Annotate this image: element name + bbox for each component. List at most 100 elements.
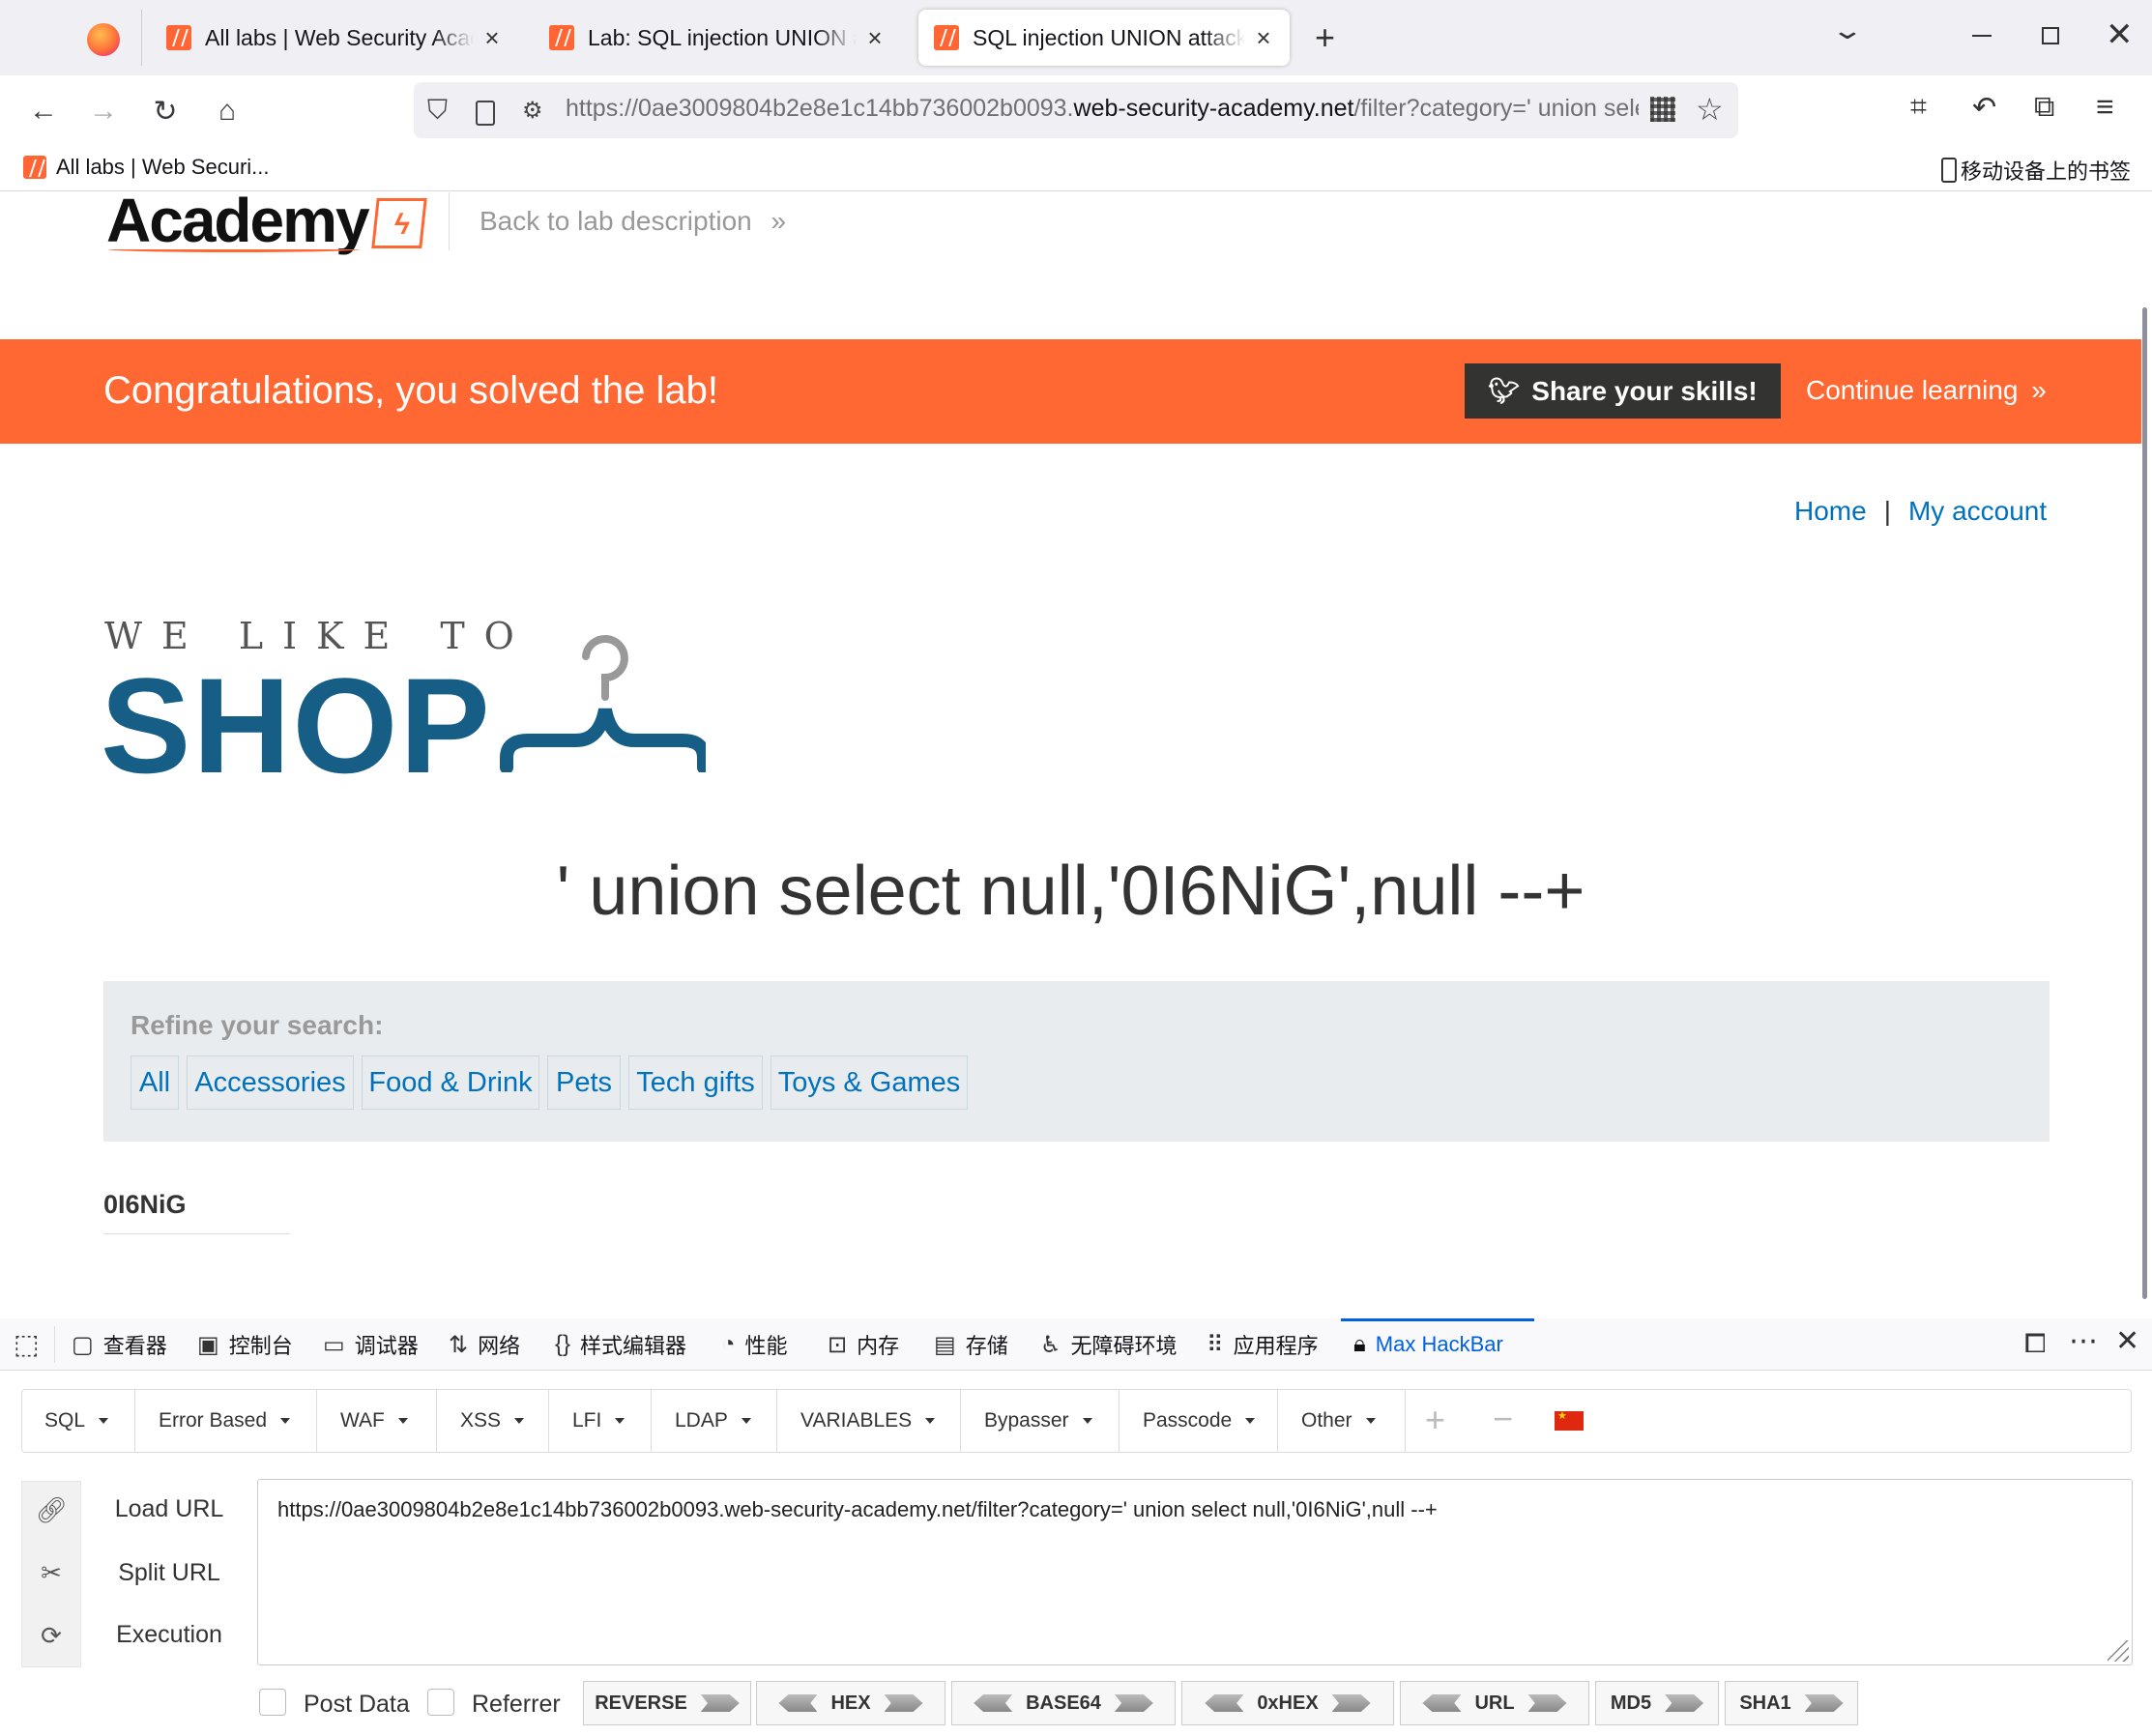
hackbar-url-textarea[interactable]: https://0ae3009804b2e8e1c14bb736002b0093… bbox=[257, 1479, 2133, 1665]
more-options-icon[interactable]: ⋯ bbox=[2069, 1324, 2098, 1358]
new-tab-plus-icon[interactable]: + bbox=[1315, 17, 1335, 58]
resize-grip-icon[interactable] bbox=[2108, 1640, 2129, 1662]
devtools-tab-network[interactable]: ⇅ 网络 bbox=[449, 1318, 520, 1371]
category-accessories[interactable]: Accessories bbox=[187, 1056, 354, 1110]
hex-button[interactable]: HEX bbox=[756, 1681, 945, 1725]
reload-icon[interactable]: ↻ bbox=[143, 89, 188, 133]
url-text[interactable]: https://0ae3009804b2e8e1c14bb736002b0093… bbox=[566, 95, 1639, 123]
execution-button[interactable]: Execution bbox=[97, 1621, 242, 1649]
debugger-icon: ▭ bbox=[323, 1331, 345, 1358]
devtools-tab-inspector[interactable]: ▢ 查看器 bbox=[72, 1318, 167, 1371]
portswigger-favicon-icon bbox=[23, 156, 46, 179]
my-account-link[interactable]: My account bbox=[1908, 496, 2047, 527]
refresh-icon[interactable]: ⟳ bbox=[21, 1606, 81, 1664]
qr-code-icon[interactable] bbox=[1650, 97, 1675, 122]
lock-icon[interactable] bbox=[476, 101, 495, 126]
category-tech-gifts[interactable]: Tech gifts bbox=[628, 1056, 763, 1110]
sha1-button[interactable]: SHA1 bbox=[1725, 1681, 1858, 1725]
0xhex-button[interactable]: 0xHEX bbox=[1181, 1681, 1394, 1725]
devtools-tab-style-editor[interactable]: {} 样式编辑器 bbox=[555, 1318, 686, 1371]
close-tab-icon[interactable]: × bbox=[481, 23, 503, 53]
browser-tab-lab[interactable]: Lab: SQL injection UNION attack, finding… bbox=[534, 10, 901, 66]
firefox-menu-icon[interactable] bbox=[87, 23, 120, 56]
reverse-button[interactable]: REVERSE bbox=[583, 1681, 751, 1725]
menu-bypasser[interactable]: Bypasser bbox=[961, 1389, 1120, 1453]
devtools-tab-label: 样式编辑器 bbox=[580, 1334, 687, 1358]
menu-passcode[interactable]: Passcode bbox=[1120, 1389, 1278, 1453]
back-to-lab-link[interactable]: Back to lab description » bbox=[480, 206, 786, 237]
maximize-window-icon[interactable] bbox=[2042, 27, 2059, 44]
devtools-tab-accessibility[interactable]: ♿︎ 无障碍环境 bbox=[1040, 1318, 1178, 1371]
menu-xss[interactable]: XSS bbox=[437, 1389, 549, 1453]
extensions-puzzle-icon[interactable]: ⧉ bbox=[2034, 91, 2054, 124]
arrow-right-icon bbox=[1331, 1694, 1371, 1712]
arrow-left-icon bbox=[1422, 1694, 1462, 1712]
category-food-drink[interactable]: Food & Drink bbox=[362, 1056, 539, 1110]
category-toys-games[interactable]: Toys & Games bbox=[771, 1056, 968, 1110]
load-url-button[interactable]: Load URL bbox=[97, 1495, 242, 1523]
menu-ldap[interactable]: LDAP bbox=[652, 1389, 777, 1453]
page-scrollbar[interactable] bbox=[2142, 307, 2147, 1299]
product-name: 0I6NiG bbox=[103, 1190, 187, 1219]
forward-arrow-icon[interactable]: → bbox=[81, 89, 126, 133]
devtools-tab-debugger[interactable]: ▭ 调试器 bbox=[323, 1318, 419, 1371]
decrease-minus-icon[interactable]: − bbox=[1493, 1399, 1513, 1439]
split-url-button[interactable]: Split URL bbox=[97, 1559, 242, 1587]
link-chain-icon[interactable]: 🔗︎ bbox=[21, 1481, 81, 1539]
shop-logo-text: SHOP bbox=[101, 650, 492, 801]
browser-tab-all-labs[interactable]: All labs | Web Security Academy × bbox=[151, 10, 518, 66]
menu-sql[interactable]: SQL bbox=[21, 1389, 135, 1453]
devtools-tab-storage[interactable]: ▤ 存储 bbox=[934, 1318, 1008, 1371]
devtools-tab-application[interactable]: ⠿ 应用程序 bbox=[1207, 1318, 1319, 1371]
devtools-tab-performance[interactable]: ◔ 性能 bbox=[721, 1318, 788, 1371]
menu-lfi[interactable]: LFI bbox=[549, 1389, 652, 1453]
bookmark-all-labs[interactable]: All labs | Web Securi... bbox=[23, 155, 270, 180]
memory-chip-icon: ⊡ bbox=[828, 1331, 848, 1358]
continue-learning-link[interactable]: Continue learning » bbox=[1806, 375, 2047, 406]
menu-label: Other bbox=[1301, 1409, 1352, 1432]
devtools-tab-memory[interactable]: ⊡ 内存 bbox=[828, 1318, 899, 1371]
permissions-icon[interactable]: ⚙ bbox=[522, 97, 543, 125]
menu-waf[interactable]: WAF bbox=[317, 1389, 437, 1453]
china-flag-icon[interactable]: ★ bbox=[1555, 1410, 1584, 1431]
md5-button[interactable]: MD5 bbox=[1595, 1681, 1719, 1725]
screenshot-crop-icon[interactable]: ⌗ bbox=[1910, 91, 1927, 124]
tracking-shield-icon[interactable]: ⛉ bbox=[427, 95, 448, 127]
scissors-icon[interactable]: ✂ bbox=[21, 1544, 81, 1602]
category-all[interactable]: All bbox=[131, 1056, 179, 1110]
close-tab-icon[interactable]: × bbox=[864, 23, 886, 53]
menu-error-based[interactable]: Error Based bbox=[135, 1389, 317, 1453]
url-encode-button[interactable]: URL bbox=[1400, 1681, 1589, 1725]
caret-down-icon bbox=[1245, 1418, 1256, 1424]
minimize-window-icon[interactable] bbox=[1972, 35, 1992, 37]
dock-side-icon[interactable]: ⧠ bbox=[2024, 1328, 2046, 1360]
home-icon[interactable]: ⌂ bbox=[205, 89, 249, 133]
home-link[interactable]: Home bbox=[1794, 496, 1867, 527]
app-menu-hamburger-icon[interactable]: ≡ bbox=[2096, 89, 2114, 125]
increase-plus-icon[interactable]: + bbox=[1425, 1400, 1445, 1440]
menu-variables[interactable]: VARIABLES bbox=[777, 1389, 961, 1453]
list-tabs-chevron-icon[interactable]: ⌄ bbox=[1830, 15, 1864, 45]
share-skills-button[interactable]: 🐦︎ Share your skills! bbox=[1465, 363, 1781, 419]
base64-button[interactable]: BASE64 bbox=[951, 1681, 1176, 1725]
browser-tab-active[interactable]: SQL injection UNION attack, finding a co… bbox=[918, 10, 1290, 66]
back-arrow-icon[interactable]: ← bbox=[21, 89, 66, 133]
tab-divider bbox=[141, 10, 142, 66]
post-data-checkbox[interactable] bbox=[259, 1689, 286, 1716]
mobile-bookmarks[interactable]: 移动设备上的书签 bbox=[1941, 155, 2131, 186]
element-picker-icon[interactable]: ⬚ bbox=[14, 1328, 39, 1360]
arrow-right-icon bbox=[1114, 1694, 1153, 1712]
close-tab-icon[interactable]: × bbox=[1253, 23, 1274, 53]
menu-other[interactable]: Other bbox=[1278, 1389, 1406, 1453]
referrer-checkbox[interactable] bbox=[427, 1689, 454, 1716]
network-arrows-icon: ⇅ bbox=[449, 1331, 469, 1358]
bookmark-star-icon[interactable]: ☆ bbox=[1696, 91, 1724, 128]
arrow-right-icon bbox=[1665, 1694, 1704, 1712]
devtools-tab-console[interactable]: ▣ 控制台 bbox=[197, 1318, 293, 1371]
category-pets[interactable]: Pets bbox=[547, 1056, 621, 1110]
close-devtools-icon[interactable]: ✕ bbox=[2115, 1324, 2139, 1358]
close-window-icon[interactable]: ✕ bbox=[2106, 15, 2134, 54]
devtools-tab-max-hackbar[interactable]: 🔒︎ Max HackBar bbox=[1353, 1318, 1503, 1371]
caret-down-icon bbox=[514, 1418, 525, 1424]
undo-icon[interactable]: ↶ bbox=[1972, 91, 1996, 125]
